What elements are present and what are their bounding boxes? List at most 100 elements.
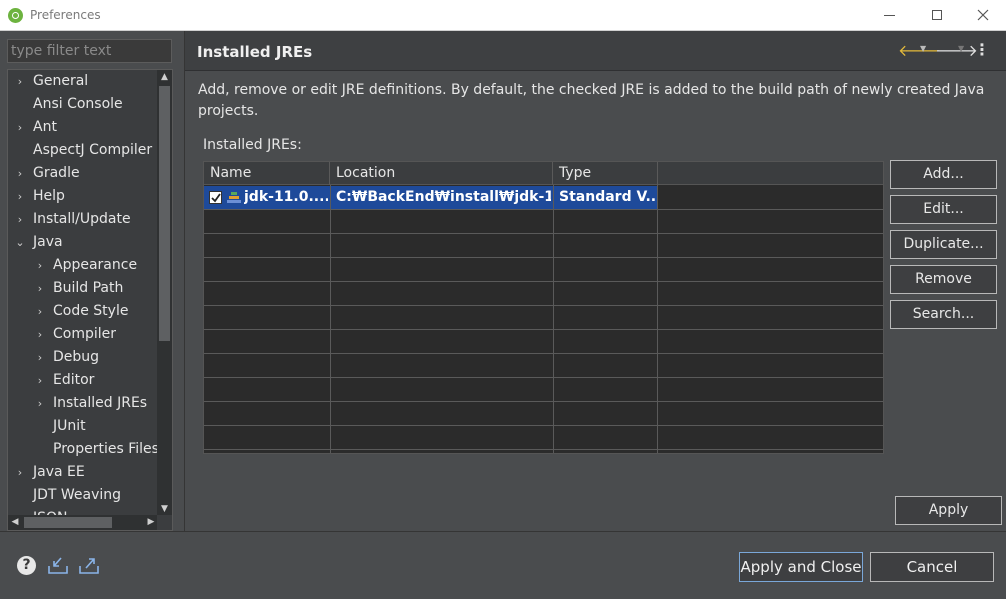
sidebar-item-gradle[interactable]: › Gradle	[8, 162, 158, 185]
jre-library-icon	[227, 192, 241, 203]
page-title: Installed JREs	[197, 43, 313, 61]
scroll-right-icon[interactable]: ▶	[144, 515, 158, 530]
sidebar-item-junit[interactable]: JUnit	[8, 415, 158, 438]
sidebar-item-general[interactable]: › General	[8, 70, 158, 93]
jre-location: C:₩BackEnd₩install₩jdk-11....	[336, 189, 551, 205]
chevron-right-icon[interactable]: ›	[14, 116, 26, 139]
sidebar-item-install-update[interactable]: › Install/Update	[8, 208, 158, 231]
chevron-right-icon[interactable]: ›	[14, 185, 26, 208]
sidebar-item-label: Java EE	[33, 464, 85, 480]
column-header-type[interactable]: Type	[553, 162, 658, 185]
scroll-thumb-horizontal[interactable]	[24, 517, 112, 528]
jre-table[interactable]: Name Location Type jdk-11.0.... C:₩BackE…	[203, 161, 884, 454]
column-header-name[interactable]: Name	[204, 162, 330, 185]
chevron-right-icon[interactable]: ›	[34, 369, 46, 392]
remove-button[interactable]: Remove	[890, 265, 997, 294]
column-header-location[interactable]: Location	[330, 162, 553, 185]
sidebar-item-label: Gradle	[33, 165, 80, 181]
scroll-down-icon[interactable]: ▼	[157, 502, 172, 516]
sidebar-item-label: Ant	[33, 119, 57, 135]
close-icon	[977, 9, 989, 21]
filter-input[interactable]	[7, 39, 172, 63]
checkmark-icon	[211, 193, 221, 203]
duplicate-button[interactable]: Duplicate...	[890, 230, 997, 259]
sidebar-item-label: Appearance	[53, 257, 138, 273]
sidebar-item-label: Java	[33, 234, 63, 250]
tree-vertical-scrollbar[interactable]: ▲ ▼	[157, 70, 172, 516]
sidebar-item-ant[interactable]: › Ant	[8, 116, 158, 139]
table-row-divider	[204, 329, 883, 330]
maximize-button[interactable]	[914, 0, 960, 31]
sidebar-item-help[interactable]: › Help	[8, 185, 158, 208]
sidebar-item-label: General	[33, 73, 89, 89]
sidebar-item-label: Install/Update	[33, 211, 131, 227]
sidebar-item-code-style[interactable]: › Code Style	[8, 300, 158, 323]
forward-dropdown-icon[interactable]: ▼	[958, 44, 964, 64]
preferences-tree: › General Ansi Console › Ant AspectJ Compiler…	[7, 69, 173, 531]
sidebar-item-aspectj-compiler[interactable]: AspectJ Compiler	[8, 139, 158, 162]
table-row-divider	[204, 257, 883, 258]
apply-and-close-button[interactable]: Apply and Close	[739, 552, 863, 582]
add-button[interactable]: Add...	[890, 160, 997, 189]
chevron-right-icon[interactable]: ›	[14, 70, 26, 93]
sidebar-item-debug[interactable]: › Debug	[8, 346, 158, 369]
chevron-right-icon[interactable]: ›	[14, 162, 26, 185]
cancel-button[interactable]: Cancel	[870, 552, 994, 582]
title-bar: Preferences	[0, 0, 1006, 31]
jre-default-checkbox[interactable]	[209, 191, 222, 204]
sidebar-item-label: Help	[33, 188, 65, 204]
table-row-divider	[204, 233, 883, 234]
sidebar-item-jdt-weaving[interactable]: JDT Weaving	[8, 484, 158, 507]
sidebar-item-appearance[interactable]: › Appearance	[8, 254, 158, 277]
table-row-divider	[204, 401, 883, 402]
view-menu-icon[interactable]: ⋮	[974, 40, 990, 60]
import-icon[interactable]	[47, 556, 69, 576]
sidebar-item-editor[interactable]: › Editor	[8, 369, 158, 392]
chevron-right-icon[interactable]: ›	[14, 208, 26, 231]
scroll-corner	[157, 515, 172, 530]
table-column-divider	[330, 185, 331, 453]
edit-button[interactable]: Edit...	[890, 195, 997, 224]
page-description: Add, remove or edit JRE definitions. By …	[198, 82, 985, 119]
arrow-right-icon[interactable]: 🡒	[935, 40, 978, 60]
table-label: Installed JREs:	[203, 137, 302, 153]
sidebar-item-properties-files[interactable]: Properties Files	[8, 438, 159, 461]
sidebar-item-ansi-console[interactable]: Ansi Console	[8, 93, 158, 116]
table-header: Name Location Type	[204, 162, 883, 185]
sidebar-item-build-path[interactable]: › Build Path	[8, 277, 158, 300]
chevron-down-icon[interactable]: ⌄	[14, 231, 26, 254]
sidebar-item-installed-jres[interactable]: › Installed JREs	[8, 392, 158, 415]
table-row-divider	[204, 377, 883, 378]
sidebar-item-label: Properties Files	[53, 441, 159, 457]
export-icon[interactable]	[78, 556, 100, 576]
search-button[interactable]: Search...	[890, 300, 997, 329]
sidebar-item-label: Compiler	[53, 326, 117, 342]
chevron-right-icon[interactable]: ›	[34, 346, 46, 369]
scroll-left-icon[interactable]: ◀	[8, 515, 22, 530]
apply-button[interactable]: Apply	[895, 496, 1002, 525]
table-row-divider	[204, 449, 883, 450]
sidebar-item-label: Code Style	[53, 303, 129, 319]
sidebar-item-compiler[interactable]: › Compiler	[8, 323, 158, 346]
chevron-right-icon[interactable]: ›	[34, 392, 46, 415]
sidebar-item-java[interactable]: ⌄ Java	[8, 231, 158, 254]
scroll-thumb[interactable]	[159, 86, 170, 341]
table-column-divider	[553, 185, 554, 453]
help-icon[interactable]: ?	[17, 556, 36, 575]
scroll-up-icon[interactable]: ▲	[157, 70, 172, 84]
preferences-sidebar: › General Ansi Console › Ant AspectJ Compiler…	[0, 31, 183, 531]
chevron-right-icon[interactable]: ›	[34, 300, 46, 323]
sidebar-item-java-ee[interactable]: › Java EE	[8, 461, 158, 484]
chevron-right-icon[interactable]: ›	[34, 323, 46, 346]
back-dropdown-icon[interactable]: ▼	[920, 44, 926, 64]
close-button[interactable]	[960, 0, 1006, 31]
table-row-divider	[204, 353, 883, 354]
table-row-divider	[204, 425, 883, 426]
tree-horizontal-scrollbar[interactable]: ◀ ▶	[8, 515, 158, 530]
chevron-right-icon[interactable]: ›	[34, 254, 46, 277]
chevron-right-icon[interactable]: ›	[14, 461, 26, 484]
sidebar-item-label: Editor	[53, 372, 95, 388]
spring-app-icon	[8, 8, 23, 23]
chevron-right-icon[interactable]: ›	[34, 277, 46, 300]
minimize-button[interactable]	[866, 0, 912, 31]
